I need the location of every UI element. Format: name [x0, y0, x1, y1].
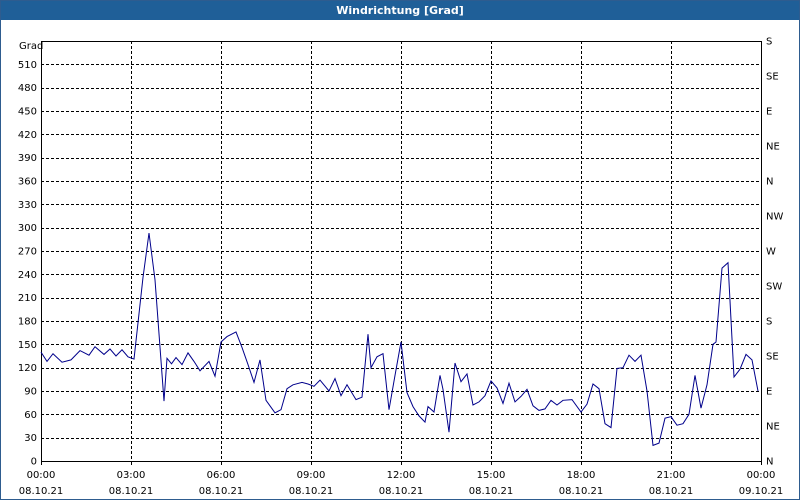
y-tick-label: 150	[18, 340, 37, 351]
y-tick-label: 450	[18, 107, 37, 118]
x-tick-time-label: 09:00	[297, 470, 326, 481]
y2-tick-label: SE	[766, 352, 779, 363]
y-tick-label: 510	[18, 60, 37, 71]
y2-tick-label: N	[766, 177, 773, 188]
x-tick-time-label: 18:00	[567, 470, 596, 481]
x-tick-time-label: 12:00	[387, 470, 416, 481]
y-tick-label: 360	[18, 177, 37, 188]
wind-direction-chart: 0 30 60 90 120 150 180 210 240 270 300 330 360 390 420…	[18, 37, 784, 498]
x-tick-date-label: 08.10.21	[199, 486, 244, 497]
y2-tick-label: E	[766, 387, 772, 398]
y-tick-label: 60	[24, 410, 37, 421]
y-axis-ticks: 0 30 60 90 120 150 180 210 240 270 300 330 360 390 420…	[18, 60, 37, 468]
y2-tick-label: SE	[766, 72, 779, 83]
y-tick-label: 480	[18, 83, 37, 94]
y2-tick-label: NE	[766, 142, 780, 153]
y-tick-label: 180	[18, 317, 37, 328]
y-tick-label: 240	[18, 270, 37, 281]
x-tick-time-label: 00:00	[27, 470, 56, 481]
y2-axis-ticks: N NE E SE S SW W NW N NE E SE S	[766, 37, 783, 468]
y2-tick-label: NE	[766, 422, 780, 433]
x-tick-date-label: 08.10.21	[19, 486, 64, 497]
y2-tick-label: N	[766, 457, 773, 468]
y2-tick-label: NW	[766, 212, 783, 223]
y-tick-label: 90	[24, 387, 37, 398]
x-tick-time-label: 06:00	[207, 470, 236, 481]
chart-window: Windrichtung [Grad] 0 30 60 90 120 150 180 210 2…	[0, 0, 800, 500]
y-tick-label: 420	[18, 130, 37, 141]
x-tick-date-label: 08.10.21	[469, 486, 514, 497]
y-tick-label: 270	[18, 247, 37, 258]
x-axis-ticks: 00:00 08.10.21 03:00 08.10.21 06:00 08.10.21 0…	[19, 461, 784, 497]
y-tick-label: 120	[18, 363, 37, 374]
x-tick-date-label: 08.10.21	[379, 486, 424, 497]
x-tick-time-label: 21:00	[657, 470, 686, 481]
y2-tick-label: W	[766, 247, 776, 258]
y-tick-label: 30	[24, 433, 37, 444]
y2-tick-label: SW	[766, 282, 782, 293]
y-tick-label: 210	[18, 293, 37, 304]
grid	[41, 41, 761, 461]
y-tick-label: 330	[18, 200, 37, 211]
y-tick-label: 300	[18, 223, 37, 234]
x-tick-date-label: 08.10.21	[649, 486, 694, 497]
x-tick-date-label: 08.10.21	[109, 486, 154, 497]
y2-tick-label: S	[766, 37, 772, 48]
y-axis-label: Grad	[19, 41, 43, 52]
y2-tick-label: E	[766, 107, 772, 118]
x-tick-date-label: 08.10.21	[559, 486, 604, 497]
x-tick-time-label: 15:00	[477, 470, 506, 481]
y-tick-label: 390	[18, 153, 37, 164]
series-line	[40, 233, 759, 447]
x-tick-date-label: 08.10.21	[289, 486, 334, 497]
x-tick-time-label: 03:00	[117, 470, 146, 481]
x-tick-time-label: 00:00	[747, 470, 776, 481]
x-tick-date-label: 09.10.21	[739, 486, 784, 497]
y-tick-label: 0	[31, 457, 37, 468]
y2-tick-label: S	[766, 317, 772, 328]
